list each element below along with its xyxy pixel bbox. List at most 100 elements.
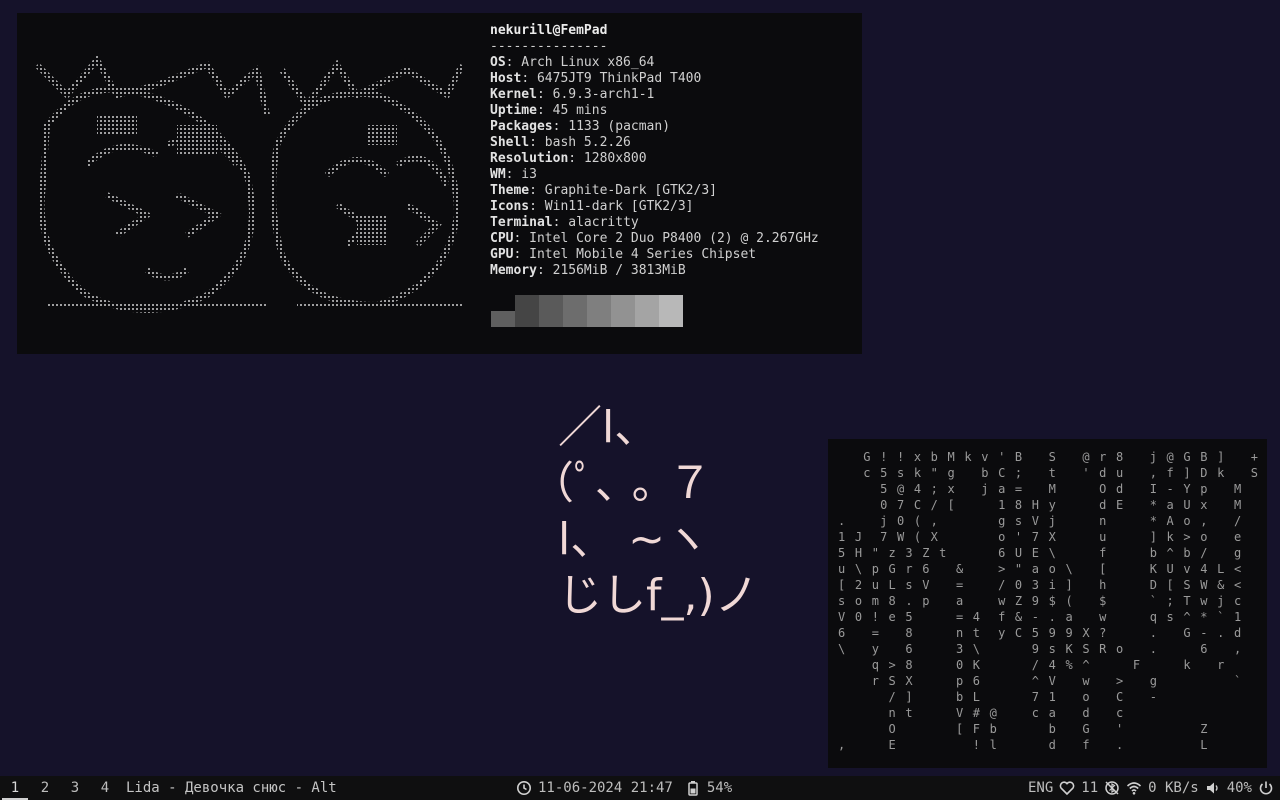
info-key: Host [490, 71, 522, 86]
info-row-gpu: GPU: Intel Mobile 4 Series Chipset [490, 247, 819, 263]
color-swatch [491, 311, 515, 327]
keyboard-layout[interactable]: ENG [1028, 780, 1053, 796]
battery-level: 54% [706, 780, 733, 796]
kaomoji-line: （ﾟ､ ｡ ７ [530, 458, 712, 509]
kaomoji-cat: ／l、 （ﾟ､ ｡ ７ l、 ~ヽ じしf_,)ノ [530, 400, 759, 624]
info-value: : Graphite-Dark [GTK2/3] [529, 183, 717, 198]
matrix-line: 0 7 C / [ 1 8 H y d E * a U x M [838, 498, 1243, 512]
info-key: Shell [490, 135, 530, 150]
info-key: GPU [490, 247, 514, 262]
color-swatch [659, 295, 683, 327]
network-module[interactable]: 0 KB/s [1126, 780, 1199, 796]
color-swatch [635, 295, 659, 327]
color-swatch [539, 295, 563, 327]
color-swatch [587, 295, 611, 327]
battery-module[interactable]: 54% [685, 780, 732, 796]
system-info: nekurill@FemPad --------------- OS: Arch L… [490, 23, 819, 279]
info-key: Memory [490, 263, 537, 278]
heart-icon [1059, 781, 1075, 796]
datetime: 11-06-2024 21:47 [538, 780, 673, 796]
workspace-2[interactable]: 2 [30, 776, 60, 800]
info-row-icons: Icons: Win11-dark [GTK2/3] [490, 199, 819, 215]
info-key: Theme [490, 183, 530, 198]
color-swatch [611, 295, 635, 327]
info-value: : Intel Core 2 Duo P8400 (2) @ 2.267GHz [513, 231, 819, 246]
info-key: Kernel [490, 87, 537, 102]
color-palette [491, 295, 683, 327]
info-value: : 6.9.3-arch1-1 [536, 87, 655, 102]
info-value: : i3 [505, 167, 537, 182]
matrix-line: u \ p G r 6 & > " a o \ [ K U v 4 L < [838, 562, 1243, 576]
info-key: CPU [490, 231, 514, 246]
matrix-line: 1 J 7 W ( X o ' 7 X u ] k > o e [838, 530, 1243, 544]
window-title: Lida - Девочка снюс - Alt [126, 780, 337, 796]
kaomoji-line: ／l、 [530, 402, 659, 453]
info-row-host: Host: 6475JT9 ThinkPad T400 [490, 71, 819, 87]
ascii-art-picture [27, 55, 467, 325]
info-value: : 45 mins [536, 103, 608, 118]
matrix-line: , E ! l d f . L [838, 738, 1209, 752]
volume-level: 40% [1226, 780, 1252, 796]
workspace-3[interactable]: 3 [60, 776, 90, 800]
info-row-memory: Memory: 2156MiB / 3813MiB [490, 263, 819, 279]
info-row-resolution: Resolution: 1280x800 [490, 151, 819, 167]
matrix-line: G ! ! x b M k v ' B S @ r 8 j @ G B ] + [838, 450, 1260, 464]
matrix-line: V 0 ! e 5 = 4 f & - . a w q s ^ * ` 1 [838, 610, 1243, 624]
bar-center: 11-06-2024 21:47 54% [516, 776, 732, 800]
bluetooth-off-icon[interactable] [1104, 780, 1120, 796]
color-swatch [563, 295, 587, 327]
info-value: : 6475JT9 ThinkPad T400 [521, 71, 702, 86]
info-row-shell: Shell: bash 5.2.26 [490, 135, 819, 151]
matrix-line: q > 8 0 K / 4 % ^ F k r [838, 658, 1226, 672]
matrix-line: s o m 8 . p a w Z 9 $ ( $ ` ; T w j c [838, 594, 1243, 608]
info-row-kernel: Kernel: 6.9.3-arch1-1 [490, 87, 819, 103]
wifi-icon [1127, 782, 1142, 795]
info-key: WM [490, 167, 506, 182]
info-value: : alacritty [552, 215, 639, 230]
matrix-line: O [ F b b G ' Z [838, 722, 1209, 736]
info-key: Resolution [490, 151, 569, 166]
status-bar: 1 2 3 4 Lida - Девочка снюс - Alt 11-06-… [0, 776, 1280, 800]
desktop: nekurill@FemPad --------------- OS: Arch L… [0, 0, 1280, 776]
info-row-uptime: Uptime: 45 mins [490, 103, 819, 119]
speaker-icon [1206, 782, 1218, 794]
info-key: Icons [490, 199, 530, 214]
info-value: : Intel Mobile 4 Series Chipset [513, 247, 757, 262]
info-key: Uptime [490, 103, 537, 118]
matrix-line: \ y 6 3 \ 9 s K S R o . 6 , [838, 642, 1243, 656]
workspace-1[interactable]: 1 [0, 776, 30, 800]
matrix-line: 5 @ 4 ; x j a = M O d I - Y p M [838, 482, 1243, 496]
matrix-line: / ] b L 7 1 o C - [838, 690, 1159, 704]
battery-icon [688, 781, 698, 796]
matrix-line: n t V # @ c a d c [838, 706, 1125, 720]
terminal-neofetch[interactable]: nekurill@FemPad --------------- OS: Arch L… [17, 13, 862, 354]
separator: --------------- [490, 39, 608, 54]
terminal-matrix[interactable]: G ! ! x b M k v ' B S @ r 8 j @ G B ] + … [828, 439, 1267, 768]
kaomoji-line: l、 ~ヽ [530, 514, 710, 565]
info-value: : 1133 (pacman) [552, 119, 671, 134]
updates-module[interactable]: 11 [1059, 780, 1098, 796]
info-value: : Arch Linux x86_64 [505, 55, 655, 70]
info-key: OS [490, 55, 506, 70]
info-row-theme: Theme: Graphite-Dark [GTK2/3] [490, 183, 819, 199]
info-key: Packages [490, 119, 553, 134]
info-row-terminal: Terminal: alacritty [490, 215, 819, 231]
matrix-line: 5 H " z 3 Z t 6 U E \ f b ^ b / g [838, 546, 1243, 560]
matrix-line: c 5 s k " g b C ; t ' d u , f ] D k S [838, 466, 1260, 480]
matrix-line: . j 0 ( , g s V j n * A o , / [838, 514, 1243, 528]
clock-icon [517, 781, 531, 795]
info-value: : Win11-dark [GTK2/3] [529, 199, 694, 214]
info-value: : 1280x800 [568, 151, 647, 166]
matrix-line: r S X p 6 ^ V w > g ` [838, 674, 1243, 688]
info-value: : 2156MiB / 3813MiB [536, 263, 686, 278]
clock-module[interactable]: 11-06-2024 21:47 [516, 780, 673, 796]
network-speed: 0 KB/s [1148, 780, 1199, 796]
workspace-4[interactable]: 4 [90, 776, 120, 800]
matrix-line: [ 2 u L s V = / 0 3 i ] h D [ S W & < [838, 578, 1243, 592]
ascii-art-logo [27, 55, 467, 325]
info-row-packages: Packages: 1133 (pacman) [490, 119, 819, 135]
volume-module[interactable]: 40% [1205, 780, 1252, 796]
matrix-rain: G ! ! x b M k v ' B S @ r 8 j @ G B ] + … [838, 449, 1259, 753]
power-icon[interactable] [1258, 780, 1274, 796]
info-row-os: OS: Arch Linux x86_64 [490, 55, 819, 71]
